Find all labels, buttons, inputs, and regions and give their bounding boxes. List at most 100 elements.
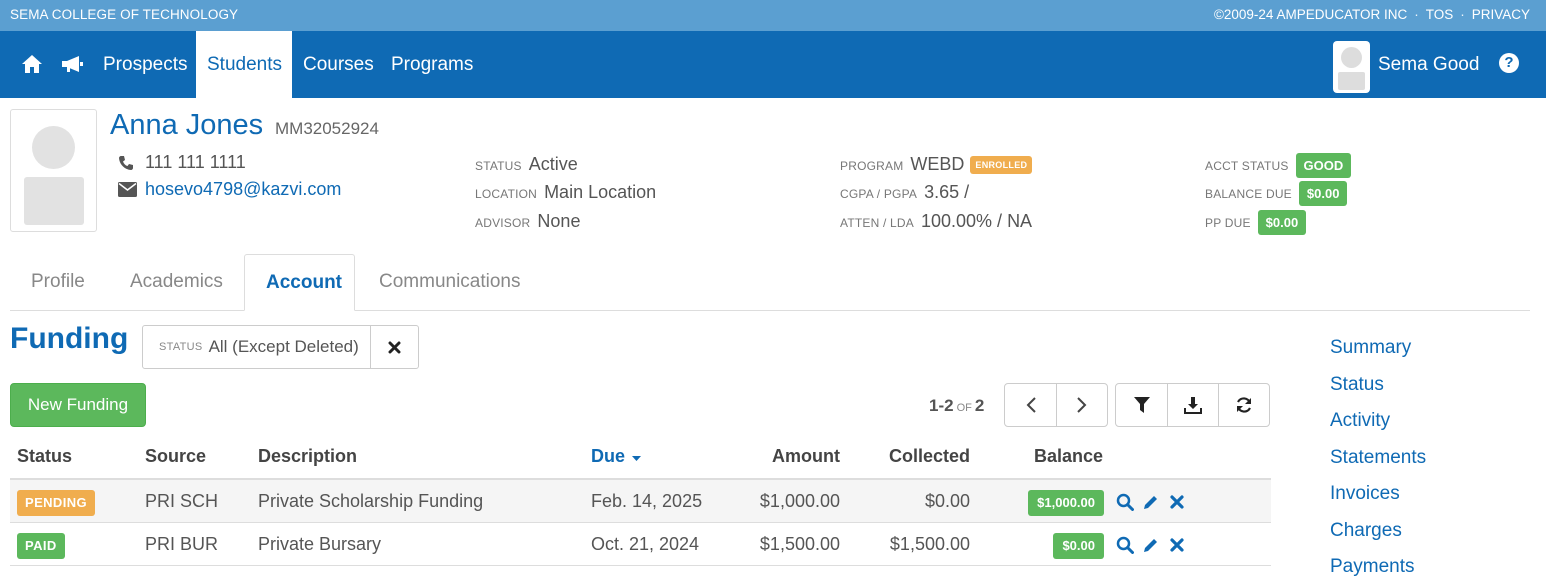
tab-academics[interactable]: Academics bbox=[109, 254, 244, 311]
pencil-icon[interactable] bbox=[1141, 535, 1161, 555]
pencil-icon[interactable] bbox=[1141, 492, 1161, 512]
filter-icon bbox=[1133, 397, 1150, 413]
new-funding-button[interactable]: New Funding bbox=[10, 383, 146, 427]
acct-status-field: ACCT STATUS GOOD bbox=[1205, 153, 1352, 178]
delete-icon[interactable] bbox=[1167, 535, 1187, 555]
tab-profile[interactable]: Profile bbox=[10, 254, 106, 311]
side-link-summary[interactable]: Summary bbox=[1330, 337, 1411, 359]
balance-due-label: BALANCE DUE bbox=[1205, 186, 1292, 201]
delete-icon[interactable] bbox=[1167, 492, 1187, 512]
cgpa-value: 3.65 / bbox=[924, 182, 970, 202]
col-amount[interactable]: Amount bbox=[740, 446, 840, 467]
balance-due-badge: $0.00 bbox=[1298, 181, 1348, 206]
amount-cell: $1,000.00 bbox=[759, 491, 840, 511]
status-badge: PAID bbox=[17, 533, 65, 559]
pager-buttons bbox=[1004, 383, 1108, 427]
search-icon[interactable] bbox=[1115, 492, 1135, 512]
phone-icon bbox=[118, 155, 140, 171]
home-icon[interactable] bbox=[19, 51, 45, 77]
copyright-text: ©2009-24 AMPEDUCATOR INC bbox=[1213, 7, 1408, 22]
row-actions bbox=[1115, 535, 1187, 555]
source-cell: PRI SCH bbox=[145, 491, 219, 511]
tab-communications[interactable]: Communications bbox=[358, 254, 542, 311]
side-link-invoices[interactable]: Invoices bbox=[1330, 483, 1400, 505]
nav-prospects[interactable]: Prospects bbox=[92, 31, 198, 98]
status-filter[interactable]: STATUS All (Except Deleted) bbox=[142, 325, 419, 369]
nav-courses[interactable]: Courses bbox=[292, 31, 385, 98]
program-field: PROGRAM WEBD ENROLLED bbox=[840, 154, 1033, 176]
phone-row: 111 111 1111 bbox=[118, 152, 246, 173]
side-link-payments[interactable]: Payments bbox=[1330, 556, 1414, 578]
acct-status-label: ACCT STATUS bbox=[1205, 158, 1289, 173]
user-avatar[interactable] bbox=[1333, 41, 1370, 93]
clear-filter-icon[interactable] bbox=[370, 326, 418, 368]
side-link-charges[interactable]: Charges bbox=[1330, 520, 1402, 542]
side-link-activity[interactable]: Activity bbox=[1330, 410, 1390, 432]
location-label: LOCATION bbox=[475, 187, 538, 201]
enrolled-badge: ENROLLED bbox=[970, 156, 1033, 174]
search-icon[interactable] bbox=[1115, 535, 1135, 555]
balance-badge: $1,000.00 bbox=[1028, 490, 1104, 516]
collected-cell: $1,500.00 bbox=[889, 534, 970, 554]
prev-page-button[interactable] bbox=[1005, 384, 1056, 426]
separator: · bbox=[1414, 7, 1419, 22]
balance-badge: $0.00 bbox=[1053, 533, 1104, 559]
advisor-label: ADVISOR bbox=[475, 216, 531, 230]
tool-buttons bbox=[1115, 383, 1270, 427]
due-cell: Feb. 14, 2025 bbox=[591, 491, 703, 511]
description-cell: Private Scholarship Funding bbox=[258, 491, 484, 511]
refresh-icon bbox=[1236, 397, 1252, 413]
table-row: PAID PRI BUR Private Bursary Oct. 21, 20… bbox=[10, 523, 1271, 566]
download-button[interactable] bbox=[1167, 384, 1218, 426]
filter-button[interactable] bbox=[1116, 384, 1167, 426]
status-label: STATUS bbox=[475, 159, 522, 173]
cgpa-label: CGPA / PGPA bbox=[840, 187, 918, 201]
col-due[interactable]: Due bbox=[591, 446, 642, 467]
privacy-link[interactable]: PRIVACY bbox=[1472, 7, 1530, 22]
pp-due-field: PP DUE $0.00 bbox=[1205, 210, 1307, 235]
top-strip: SEMA COLLEGE OF TECHNOLOGY ©2009-24 AMPE… bbox=[0, 0, 1546, 31]
col-balance[interactable]: Balance bbox=[983, 446, 1103, 467]
status-field: STATUS Active bbox=[475, 154, 578, 175]
status-filter-label: STATUS bbox=[159, 341, 203, 353]
pager-of: OF bbox=[956, 402, 972, 414]
description-cell: Private Bursary bbox=[258, 534, 382, 554]
col-collected[interactable]: Collected bbox=[850, 446, 970, 467]
nav-students[interactable]: Students bbox=[196, 31, 292, 98]
megaphone-icon[interactable] bbox=[59, 51, 85, 77]
student-email[interactable]: hosevo4798@kazvi.com bbox=[145, 179, 341, 200]
program-label: PROGRAM bbox=[840, 159, 904, 173]
side-link-status[interactable]: Status bbox=[1330, 374, 1384, 396]
next-page-button[interactable] bbox=[1056, 384, 1107, 426]
nav-programs[interactable]: Programs bbox=[380, 31, 484, 98]
separator: · bbox=[1460, 7, 1465, 22]
attendance-field: ATTEN / LDA 100.00% / NA bbox=[840, 211, 1032, 232]
tab-account[interactable]: Account bbox=[244, 254, 355, 311]
advisor-field: ADVISOR None bbox=[475, 211, 580, 232]
question-circle-icon[interactable]: ? bbox=[1499, 53, 1519, 73]
col-status[interactable]: Status bbox=[17, 446, 72, 467]
user-name[interactable]: Sema Good bbox=[1378, 31, 1479, 98]
source-cell: PRI BUR bbox=[145, 534, 219, 554]
refresh-button[interactable] bbox=[1218, 384, 1269, 426]
advisor-value: None bbox=[537, 211, 581, 231]
student-name: Anna Jones bbox=[110, 109, 264, 141]
amount-cell: $1,500.00 bbox=[759, 534, 840, 554]
pager-range: 1-2 bbox=[929, 396, 954, 415]
funding-title: Funding bbox=[10, 322, 129, 355]
tos-link[interactable]: TOS bbox=[1426, 7, 1454, 22]
side-link-statements[interactable]: Statements bbox=[1330, 447, 1426, 469]
student-photo bbox=[10, 109, 97, 232]
pager-total: 2 bbox=[974, 396, 985, 415]
col-source[interactable]: Source bbox=[145, 446, 206, 467]
sort-down-icon bbox=[632, 456, 642, 461]
attendance-value: 100.00% / NA bbox=[921, 211, 1033, 231]
status-filter-value: All (Except Deleted) bbox=[208, 337, 359, 356]
status-filter-select[interactable]: STATUS All (Except Deleted) bbox=[143, 326, 370, 368]
collected-cell: $0.00 bbox=[924, 491, 970, 511]
school-name: SEMA COLLEGE OF TECHNOLOGY bbox=[10, 7, 239, 22]
pp-due-label: PP DUE bbox=[1205, 215, 1251, 230]
table-row: PENDING PRI SCH Private Scholarship Fund… bbox=[10, 480, 1271, 523]
pager-info: 1-2 OF 2 bbox=[929, 396, 984, 416]
col-description[interactable]: Description bbox=[258, 446, 357, 467]
